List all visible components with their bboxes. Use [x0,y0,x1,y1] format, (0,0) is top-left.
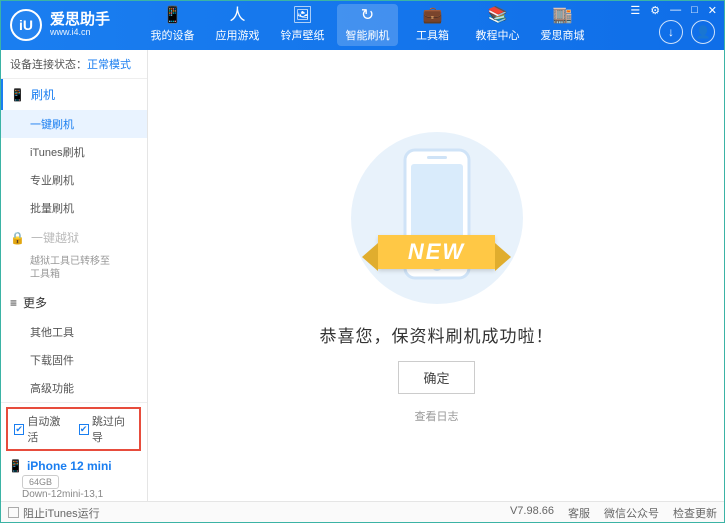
nav-tab[interactable]: 🏬 爱思商城 [530,0,595,50]
window-controls: ☰ ⚙ — □ ✕ [628,4,719,17]
menu-icon: ≡ [10,296,17,310]
checkbox-label: 跳过向导 [92,413,133,445]
device-storage: 64GB [22,475,59,489]
nav-tab[interactable]: 📚 教程中心 [465,0,530,50]
nav-label: 我的设备 [151,27,195,43]
connection-status: 设备连接状态：正常模式 [0,50,147,79]
sidebar-item[interactable]: iTunes刷机 [0,138,147,166]
checkbox-icon: ✔ [14,424,24,435]
top-nav: 📱我的设备人应用游戏🖼铃声壁纸↻智能刷机💼工具箱📚教程中心🏬爱思商城 [140,0,595,50]
nav-label: 智能刷机 [346,27,390,43]
jailbreak-note: 越狱工具已转移至 工具箱 [0,253,147,287]
sidebar-section-label: 更多 [23,294,47,311]
menu-icon[interactable]: ☰ [628,4,642,17]
nav-icon: 🏬 [553,8,573,24]
nav-label: 应用游戏 [216,27,260,43]
flash-option-check[interactable]: ✔跳过向导 [79,413,134,445]
flash-option-check[interactable]: ✔自动激活 [14,413,69,445]
checkbox-label: 自动激活 [27,413,68,445]
device-model: Down-12mini-13,1 [22,489,139,500]
footer: 阻止iTunes运行 V7.98.66 客服 微信公众号 检查更新 [0,501,725,523]
ribbon-text: NEW [378,235,495,269]
support-link[interactable]: 客服 [568,505,590,521]
close-button[interactable]: ✕ [706,4,719,17]
nav-tab[interactable]: 📱 我的设备 [140,0,205,50]
status-value: 正常模式 [87,59,131,71]
nav-icon: 人 [229,8,245,24]
nav-tab[interactable]: ↻ 智能刷机 [337,4,398,46]
app-url: www.i4.cn [50,28,110,38]
sidebar: 设备连接状态：正常模式 📱 刷机 一键刷机iTunes刷机专业刷机批量刷机 🔒 … [0,50,148,501]
status-label: 设备连接状态： [10,59,87,71]
nav-icon: ↻ [361,8,374,24]
flash-options: ✔自动激活✔跳过向导 [6,407,141,451]
sidebar-item[interactable]: 下载固件 [0,346,147,374]
nav-icon: 💼 [423,8,443,24]
sidebar-section-jailbreak[interactable]: 🔒 一键越狱 [0,222,147,253]
sidebar-item[interactable]: 批量刷机 [0,194,147,222]
checkbox-icon: ✔ [79,424,89,435]
nav-tab[interactable]: 💼 工具箱 [400,0,465,50]
wechat-link[interactable]: 微信公众号 [604,505,659,521]
sidebar-item[interactable]: 高级功能 [0,374,147,402]
update-link[interactable]: 检查更新 [673,505,717,521]
device-info[interactable]: 📱 iPhone 12 mini 64GB Down-12mini-13,1 [0,455,147,501]
success-message: 恭喜您，保资料刷机成功啦！ [320,322,554,347]
sidebar-item[interactable]: 专业刷机 [0,166,147,194]
block-itunes-checkbox[interactable] [8,507,19,518]
download-button[interactable]: ↓ [659,20,683,44]
main-content: NEW 恭喜您，保资料刷机成功啦！ 确定 查看日志 [148,50,725,501]
maximize-button[interactable]: □ [689,4,700,17]
sidebar-item[interactable]: 一键刷机 [0,110,147,138]
nav-icon: 🖼 [292,8,312,24]
new-ribbon: NEW [307,232,567,272]
nav-icon: 📱 [163,8,183,24]
sidebar-item[interactable]: 其他工具 [0,318,147,346]
minimize-button[interactable]: — [668,4,683,17]
sidebar-section-more[interactable]: ≡ 更多 [0,287,147,318]
nav-label: 铃声壁纸 [281,27,325,43]
settings-icon[interactable]: ⚙ [648,4,662,17]
block-itunes-label: 阻止iTunes运行 [23,505,100,521]
view-log-link[interactable]: 查看日志 [415,408,459,424]
titlebar: iU 爱思助手 www.i4.cn 📱我的设备人应用游戏🖼铃声壁纸↻智能刷机💼工… [0,0,725,50]
nav-tab[interactable]: 人应用游戏 [205,0,270,50]
device-name-label: iPhone 12 mini [27,459,112,473]
version-label: V7.98.66 [510,505,554,521]
confirm-button[interactable]: 确定 [398,361,474,394]
phone-icon: 📱 [8,459,23,473]
phone-icon: 📱 [10,88,25,102]
logo-icon: iU [10,9,42,41]
sidebar-section-flash[interactable]: 📱 刷机 [0,79,147,110]
user-button[interactable]: 👤 [691,20,715,44]
nav-tab[interactable]: 🖼 铃声壁纸 [270,0,335,50]
app-name: 爱思助手 [50,12,110,29]
nav-icon: 📚 [488,8,508,24]
nav-label: 教程中心 [476,27,520,43]
lock-icon: 🔒 [10,231,25,245]
sidebar-section-label: 刷机 [31,86,55,103]
nav-label: 爱思商城 [541,27,585,43]
app-logo: iU 爱思助手 www.i4.cn [0,9,140,41]
nav-label: 工具箱 [416,27,449,43]
sidebar-section-label: 一键越狱 [31,229,79,246]
success-illustration: NEW [347,128,527,308]
